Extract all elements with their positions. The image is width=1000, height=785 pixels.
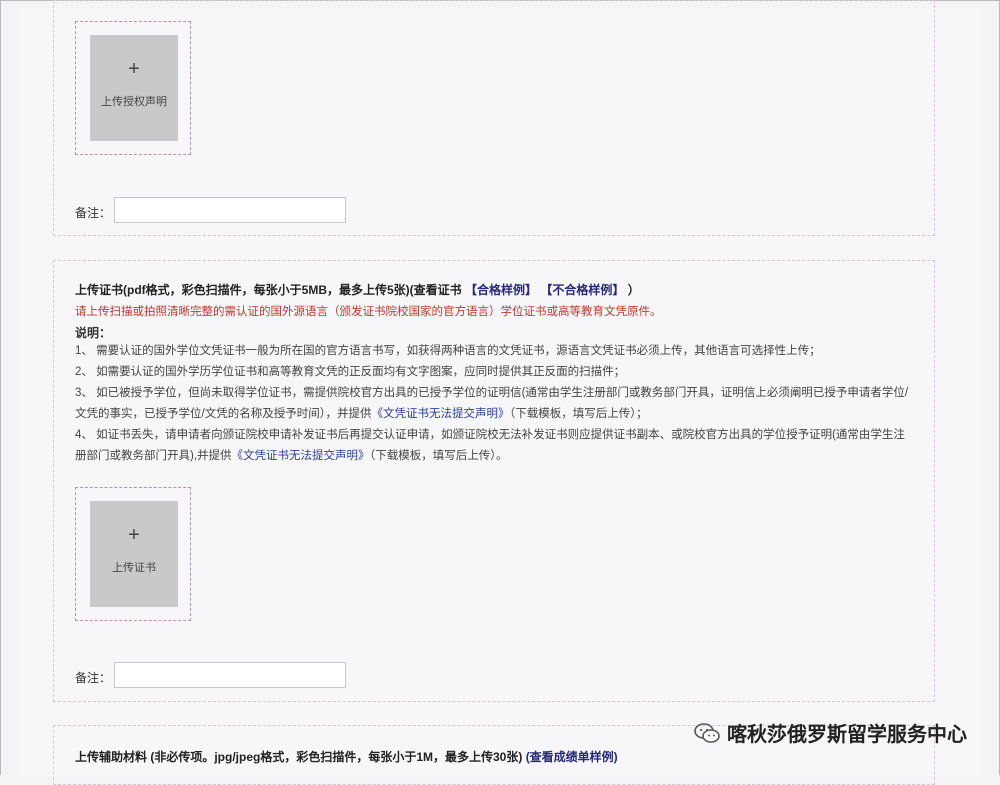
upload-label: 上传证书	[112, 562, 156, 574]
notes-list: 1、 需要认证的国外学位文凭证书一般为所在国的官方语言书写，如获得两种语言的文凭…	[75, 341, 915, 467]
declaration-link[interactable]: 《文凭证书无法提交声明》	[371, 408, 509, 420]
certificate-title: 上传证书(pdf格式，彩色扫描件，每张小于5MB，最多上传5张)(查看证书 【合…	[75, 281, 640, 298]
remark-label: 备注：	[75, 671, 112, 685]
plus-icon: +	[128, 58, 140, 80]
certificate-upload-box[interactable]: + 上传证书	[75, 487, 191, 621]
remark-input[interactable]	[114, 197, 346, 223]
note-text: （下载模板，填写后上传）；	[509, 408, 648, 420]
certificate-title-text: 上传证书(pdf格式，彩色扫描件，每张小于5MB，最多上传5张)(查看证书	[75, 283, 462, 297]
remark-label: 备注：	[75, 206, 112, 220]
note-item: 2、 如需要认证的国外学历学位证书和高等教育文凭的正反面均有文字图案，应同时提供…	[75, 366, 626, 378]
remark-input[interactable]	[114, 662, 346, 688]
certificate-warning: 请上传扫描或拍照清晰完整的需认证的国外源语言（颁发证书院校国家的官方语言）学位证…	[75, 306, 662, 318]
note-item: 1、 需要认证的国外学位文凭证书一般为所在国的官方语言书写，如获得两种语言的文凭…	[75, 345, 821, 357]
watermark: 喀秋莎俄罗斯留学服务中心	[693, 718, 967, 747]
certificate-section: 上传证书(pdf格式，彩色扫描件，每张小于5MB，最多上传5张)(查看证书 【合…	[53, 260, 935, 702]
upload-label: 上传授权声明	[101, 96, 167, 108]
note-text: （下载模板，填写后上传）。	[369, 450, 508, 462]
note-item: 4、 如证书丢失，请申请者向颁证院校申请补发证书后再提交认证申请，如颁证院校无法…	[75, 425, 915, 467]
authorization-upload-box[interactable]: + 上传授权声明	[75, 21, 191, 155]
plus-icon: +	[128, 524, 140, 546]
notes-heading: 说明：	[75, 326, 112, 340]
authorization-upload-button[interactable]: + 上传授权声明	[90, 35, 178, 141]
note-item: 3、 如已被授予学位，但尚未取得学位证书，需提供院校官方出具的已授予学位的证明信…	[75, 383, 915, 425]
certificate-upload-button[interactable]: + 上传证书	[90, 501, 178, 607]
unqualified-sample-link[interactable]: 【不合格样例】	[540, 283, 624, 297]
certificate-title-suffix: ）	[627, 283, 640, 297]
watermark-text: 喀秋莎俄罗斯留学服务中心	[727, 724, 967, 746]
supporting-materials-text: 上传辅助材料 (非必传项。jpg/jpeg格式，彩色扫描件，每张小于1M，最多上…	[75, 750, 523, 764]
authorization-section: + 上传授权声明 备注：	[53, 0, 935, 236]
declaration-link[interactable]: 《文凭证书无法提交声明》	[232, 450, 370, 462]
transcript-sample-link[interactable]: (查看成绩单样例)	[526, 750, 618, 764]
supporting-materials-title: 上传辅助材料 (非必传项。jpg/jpeg格式，彩色扫描件，每张小于1M，最多上…	[75, 748, 618, 765]
wechat-icon	[694, 722, 720, 743]
qualified-sample-link[interactable]: 【合格样例】	[465, 283, 537, 297]
